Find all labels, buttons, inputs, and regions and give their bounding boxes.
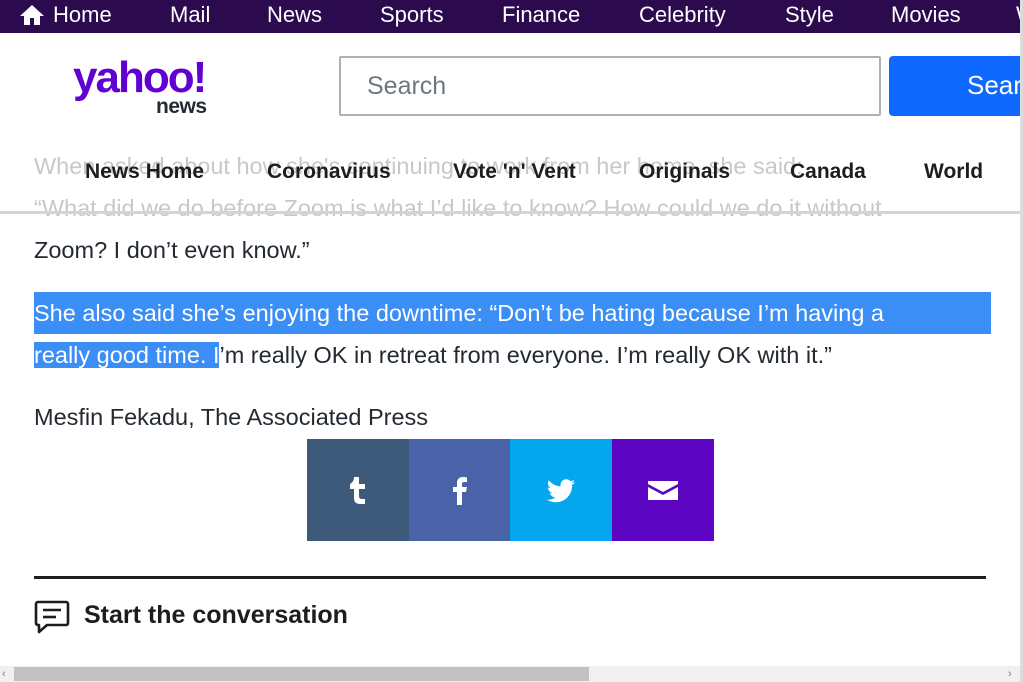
- share-facebook-button[interactable]: [409, 439, 511, 541]
- topnav-movies-link[interactable]: Movies: [891, 0, 961, 33]
- topnav-mail-link[interactable]: Mail: [170, 0, 210, 33]
- top-navigation-bar: Home Mail News Sports Finance Celebrity …: [0, 0, 1023, 33]
- article-text: ’m really OK in retreat from everyone. I…: [219, 342, 832, 368]
- section-navigation: News Home Coronavirus Vote 'n' Vent Orig…: [0, 152, 1020, 192]
- topnav-news-link[interactable]: News: [267, 0, 322, 33]
- logo-subtitle: news: [156, 95, 207, 118]
- scroll-right-arrow-icon[interactable]: ›: [1008, 666, 1012, 682]
- subnav-news-home[interactable]: News Home: [85, 160, 204, 184]
- share-tumblr-button[interactable]: [307, 439, 409, 541]
- yahoo-news-logo[interactable]: yahoo! news: [73, 53, 207, 118]
- article-paragraph-line: Zoom? I don’t even know.”: [34, 237, 310, 263]
- horizontal-scrollbar[interactable]: ‹ ›: [0, 666, 1020, 682]
- facebook-icon: [453, 477, 467, 505]
- selected-text: really good time. I: [34, 342, 220, 368]
- section-divider: [34, 576, 986, 579]
- subnav-vote-n-vent[interactable]: Vote 'n' Vent: [453, 160, 576, 184]
- subnav-coronavirus[interactable]: Coronavirus: [267, 160, 391, 184]
- topnav-celebrity-link[interactable]: Celebrity: [639, 0, 726, 33]
- search-input[interactable]: Search: [339, 56, 881, 116]
- tumblr-icon: [350, 477, 365, 504]
- article-credit: Mesfin Fekadu, The Associated Press: [34, 404, 429, 430]
- article-paragraph-line: “What did we do before Zoom is what I’d …: [34, 195, 882, 221]
- home-icon: [20, 5, 44, 25]
- topnav-sports-link[interactable]: Sports: [380, 0, 444, 33]
- subnav-world[interactable]: World: [924, 160, 983, 184]
- share-twitter-button[interactable]: [510, 439, 612, 541]
- subnav-canada[interactable]: Canada: [790, 160, 866, 184]
- topnav-home-link[interactable]: Home: [19, 0, 112, 33]
- twitter-icon: [546, 479, 575, 503]
- scroll-left-arrow-icon[interactable]: ‹: [2, 666, 6, 682]
- topnav-home-label: Home: [53, 2, 112, 27]
- share-email-button[interactable]: [612, 439, 714, 541]
- subnav-originals[interactable]: Originals: [639, 160, 730, 184]
- site-header: yahoo! news Search Search: [0, 33, 1023, 137]
- search-button[interactable]: Search: [889, 56, 1023, 116]
- logo-wordmark: yahoo!: [73, 53, 207, 102]
- comment-icon: [34, 600, 70, 634]
- subnav-divider: [0, 211, 1020, 214]
- topnav-style-link[interactable]: Style: [785, 0, 834, 33]
- start-conversation-button[interactable]: Start the conversation: [84, 601, 348, 630]
- scrollbar-thumb[interactable]: [14, 667, 589, 681]
- topnav-finance-link[interactable]: Finance: [502, 0, 580, 33]
- article-paragraph-line: really good time. I’m really OK in retre…: [34, 334, 832, 376]
- mail-icon: [648, 481, 678, 500]
- selected-text: She also said she’s enjoying the downtim…: [34, 292, 991, 334]
